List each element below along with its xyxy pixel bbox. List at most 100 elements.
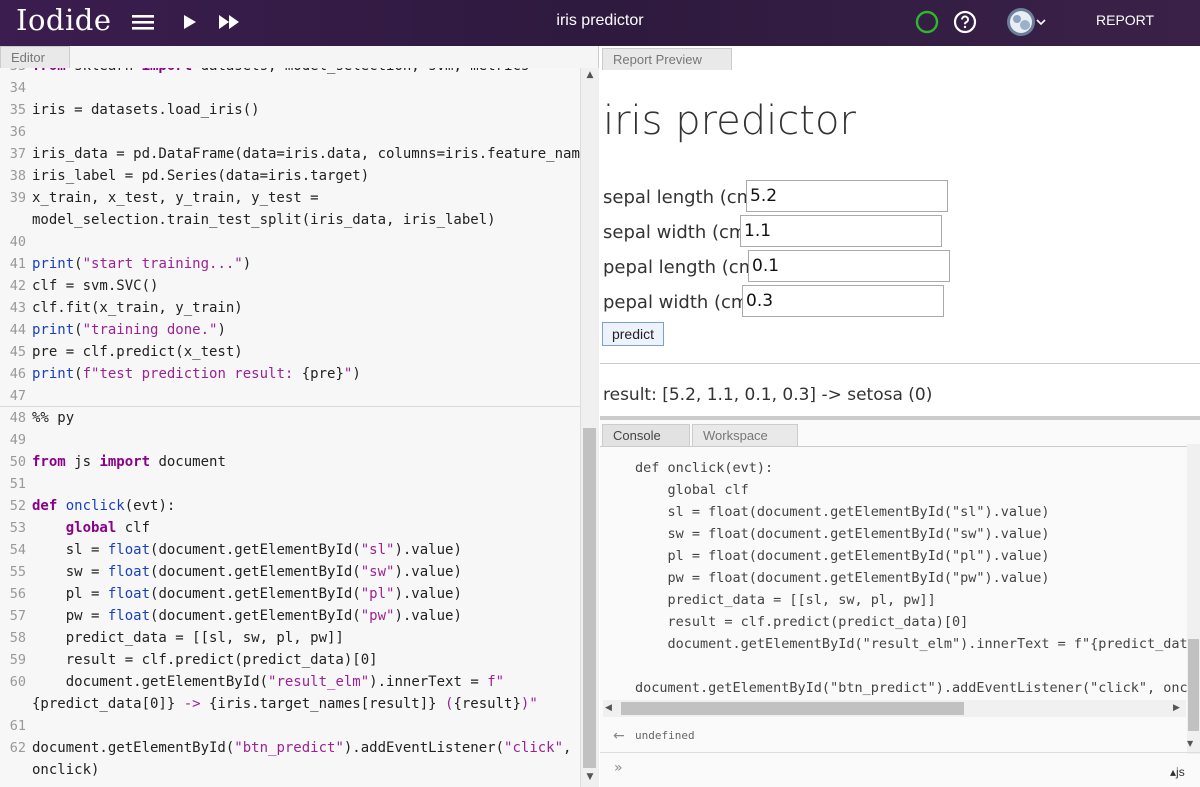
scroll-down-icon[interactable]: ▼ (581, 772, 599, 782)
code-line[interactable]: iris_label = pd.Series(data=iris.target) (32, 168, 369, 184)
line-number: 58 (9, 630, 26, 646)
line-number: 55 (9, 564, 26, 580)
predict-button[interactable]: predict (602, 322, 664, 346)
code-line[interactable]: x_train, x_test, y_train, y_test = (32, 190, 319, 206)
code-line[interactable]: sw = float(document.getElementById("sw")… (32, 564, 462, 580)
line-number: 49 (9, 432, 26, 448)
console-code-line: sw = float(document.getElementById("sw")… (635, 526, 1050, 542)
line-number: 47 (9, 388, 26, 404)
line-number: 40 (9, 234, 26, 250)
line-number: 41 (9, 256, 26, 272)
console-code-line: predict_data = [[sl, sw, pl, pw]] (635, 592, 936, 608)
code-line[interactable]: pw = float(document.getElementById("pw")… (32, 608, 462, 624)
console-scroll-down-icon[interactable]: ▼ (1187, 739, 1193, 748)
scroll-right-icon[interactable]: ▶ (1173, 703, 1180, 713)
code-line[interactable]: print(f"test prediction result: {pre}") (32, 366, 361, 382)
line-number: 44 (9, 322, 26, 338)
code-line[interactable]: clf = svm.SVC() (32, 278, 158, 294)
code-line[interactable]: {predict_data[0]} -> {iris.target_names[… (32, 696, 538, 712)
line-number: 56 (9, 586, 26, 602)
line-number: 38 (9, 168, 26, 184)
console-vertical-scrollbar[interactable]: ▼ (1187, 444, 1200, 754)
code-line[interactable]: global clf (32, 520, 150, 536)
code-line[interactable]: print("training done.") (32, 322, 226, 338)
editor-scrollbar[interactable]: ▲ ▼ (580, 68, 599, 787)
console-code-line: document.getElementById("result_elm").in… (635, 636, 1200, 652)
line-number: 48 (9, 410, 26, 426)
code-line[interactable]: sl = float(document.getElementById("sl")… (32, 542, 462, 558)
code-line[interactable]: pl = float(document.getElementById("pl")… (32, 586, 462, 602)
code-line[interactable]: print("start training...") (32, 256, 251, 272)
tab-workspace[interactable]: Workspace (692, 424, 798, 446)
line-number: 34 (9, 80, 26, 96)
tab-console[interactable]: Console (602, 424, 690, 446)
user-avatar[interactable] (1004, 8, 1048, 36)
line-number: 59 (9, 652, 26, 668)
divider (600, 363, 1200, 364)
code-line[interactable]: def onclick(evt): (32, 498, 175, 514)
scroll-left-icon[interactable]: ◀ (605, 703, 612, 713)
console-code-line: pw = float(document.getElementById("pw")… (635, 570, 1050, 586)
code-line[interactable]: pre = clf.predict(x_test) (32, 344, 243, 360)
line-number: 33 (0, 68, 26, 74)
line-number: 60 (9, 674, 26, 690)
console-code-line: def onclick(evt): (635, 460, 774, 476)
line-number: 52 (9, 498, 26, 514)
scroll-up-icon[interactable]: ▲ (581, 70, 599, 80)
line-number: 36 (9, 124, 26, 140)
line-number: 46 (9, 366, 26, 382)
tab-editor[interactable]: Editor (0, 46, 70, 68)
pepal-width-input[interactable] (742, 285, 944, 317)
run-cell-icon[interactable] (182, 8, 198, 36)
scroll-thumb[interactable] (583, 428, 596, 768)
console-code-line: global clf (635, 482, 749, 498)
code-line[interactable]: onclick) (32, 762, 99, 778)
field-label-sepal-width: sepal width (cm) (603, 222, 754, 243)
tab-report-preview[interactable]: Report Preview (602, 48, 732, 70)
code-line[interactable]: from sklearn import datasets, model_sele… (32, 68, 529, 74)
code-line[interactable]: iris_data = pd.DataFrame(data=iris.data,… (32, 146, 580, 162)
code-line[interactable]: iris = datasets.load_iris() (32, 102, 260, 118)
code-line[interactable]: clf.fit(x_train, y_train) (32, 300, 243, 316)
console-input[interactable] (632, 756, 1166, 784)
hscroll-thumb[interactable] (621, 702, 964, 715)
field-label-pepal-length: pepal length (cm) (603, 257, 764, 278)
line-number: 61 (9, 718, 26, 734)
document-title[interactable]: iris predictor (556, 12, 643, 29)
top-bar: Iodide iris predictor REPORT (0, 0, 1200, 46)
field-label-pepal-width: pepal width (cm) (603, 292, 756, 313)
code-line[interactable]: model_selection.train_test_split(iris_da… (32, 212, 496, 228)
sepal-length-input[interactable] (746, 180, 948, 212)
cell-separator (0, 406, 580, 407)
chevron-down-icon (1036, 19, 1046, 26)
language-selector[interactable]: ▴js (1170, 765, 1185, 779)
field-label-sepal-length: sepal length (cm) (603, 187, 762, 208)
console-scroll-thumb[interactable] (1188, 639, 1199, 731)
code-line[interactable]: document.getElementById("btn_predict").a… (32, 740, 571, 756)
console-horizontal-scrollbar[interactable]: ◀ ▶ (603, 700, 1186, 717)
console-code-line: document.getElementById("btn_predict").a… (635, 680, 1200, 696)
line-number: 37 (9, 146, 26, 162)
help-icon[interactable] (953, 8, 977, 36)
code-line[interactable]: predict_data = [[sl, sw, pl, pw]] (32, 630, 344, 646)
line-number: 39 (9, 190, 26, 206)
sepal-width-input[interactable] (740, 215, 942, 247)
result-text: result: [5.2, 1.1, 0.1, 0.3] -> setosa (… (603, 385, 933, 405)
run-all-icon[interactable] (218, 8, 240, 36)
pepal-length-input[interactable] (748, 250, 950, 282)
code-line[interactable]: document.getElementById("result_elm").in… (32, 674, 504, 690)
line-number: 57 (9, 608, 26, 624)
code-line[interactable]: from js import document (32, 454, 226, 470)
code-line[interactable]: %% py (32, 410, 74, 426)
report-button[interactable]: REPORT (1096, 12, 1154, 28)
menu-icon[interactable] (132, 8, 154, 36)
output-arrow-icon: ← (613, 728, 625, 744)
line-number: 53 (9, 520, 26, 536)
line-number: 50 (9, 454, 26, 470)
line-number: 42 (9, 278, 26, 294)
code-line[interactable]: result = clf.predict(predict_data)[0] (32, 652, 378, 668)
code-editor[interactable]: 33 from sklearn import datasets, model_se… (0, 68, 580, 787)
app-logo[interactable]: Iodide (16, 3, 111, 37)
line-number: 43 (9, 300, 26, 316)
line-number: 51 (9, 476, 26, 492)
